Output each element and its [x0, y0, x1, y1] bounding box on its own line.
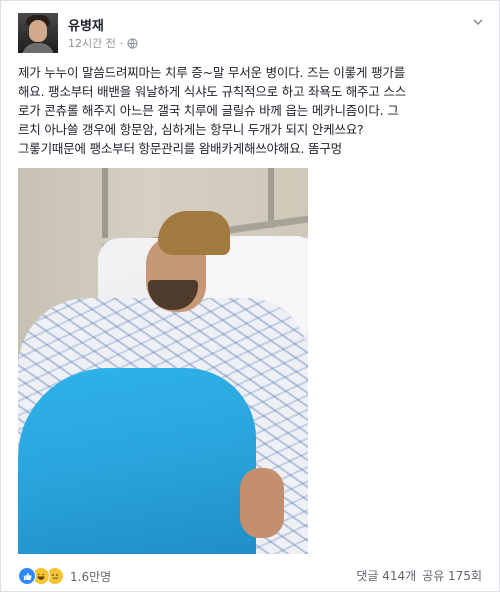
- avatar[interactable]: [18, 13, 58, 53]
- chevron-down-icon[interactable]: [471, 15, 485, 29]
- like-icon: [18, 567, 36, 585]
- post-photo[interactable]: [18, 168, 308, 554]
- post-text-line: 로가 콘츄롤 해주지 아느믄 갤국 치루에 글릴슈 바께 읍는 메카니즘이다. …: [18, 103, 399, 118]
- post-text: 제가 누누이 말씀드려찌마는 치루 증~말 무서운 병이다. 즈는 이롷게 팽가…: [18, 63, 488, 158]
- post-footer: 1.6만명 댓글 414개 공유 175회: [18, 567, 482, 585]
- reaction-count: 1.6만명: [70, 569, 112, 584]
- post-text-line: 그롷기때문에 팽소부터 항문관리를 왐배카게해쓰야해요. 똠구멍: [18, 141, 342, 156]
- post-text-line: 르치 아나쓸 갱우에 항문암, 심하게는 항무니 두개가 되지 안케쓰요?: [18, 122, 364, 137]
- share-count[interactable]: 공유 175회: [422, 567, 482, 584]
- reactions-summary[interactable]: 1.6만명: [18, 567, 111, 585]
- post-meta: 12시간 전 ·: [68, 35, 138, 51]
- author-name[interactable]: 유병재: [68, 15, 104, 34]
- post-timestamp[interactable]: 12시간 전: [68, 35, 116, 51]
- globe-icon: [127, 37, 138, 49]
- post-header: 유병재 12시간 전 ·: [18, 13, 487, 55]
- post-stats: 댓글 414개 공유 175회: [356, 567, 482, 584]
- post-text-line: 해요. 팽소부터 배밴을 워날하게 식샤도 규칙적으로 하고 좌욕도 해주고 스…: [18, 84, 407, 99]
- post-text-line: 제가 누누이 말씀드려찌마는 치루 증~말 무서운 병이다. 즈는 이롷게 팽가…: [18, 65, 406, 80]
- post-card: 유병재 12시간 전 · 제가 누누이 말씀드려찌마는 치루 증~말 무서운 병…: [0, 0, 500, 592]
- comment-count[interactable]: 댓글 414개: [356, 567, 416, 584]
